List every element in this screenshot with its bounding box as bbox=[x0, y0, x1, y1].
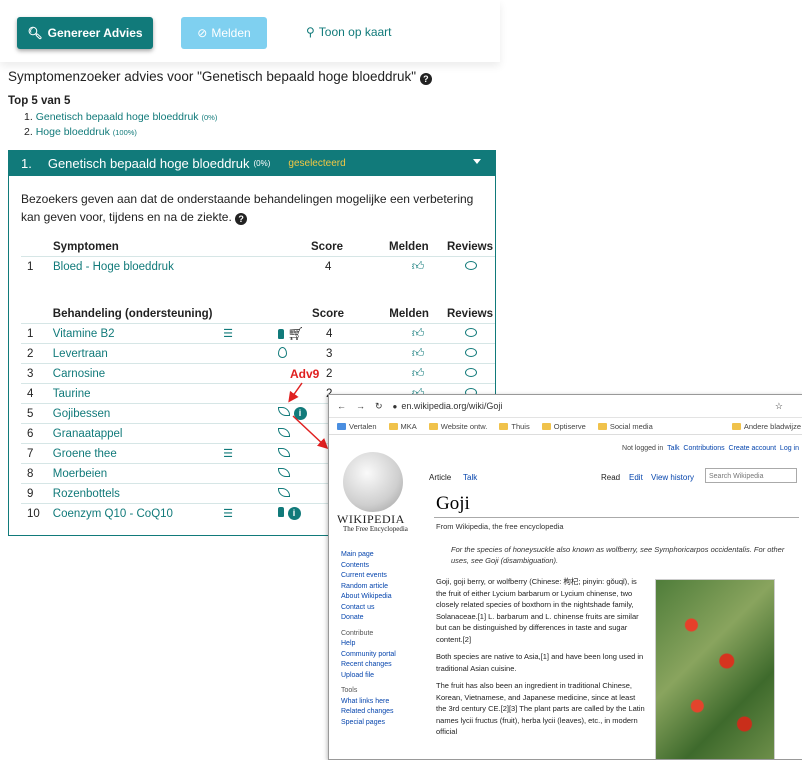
sidebar-link[interactable]: Main page bbox=[341, 550, 396, 561]
arrow-to-wiki bbox=[292, 415, 329, 450]
bookmark-label: Thuis bbox=[511, 421, 530, 431]
bookmark-item[interactable]: Thuis bbox=[499, 421, 530, 431]
star-icon[interactable]: ☆ bbox=[775, 401, 783, 412]
bookmark-item[interactable]: Vertalen bbox=[337, 422, 377, 431]
wikipedia-globe-logo[interactable] bbox=[343, 452, 403, 512]
bookmark-item[interactable]: Optiserve bbox=[541, 421, 586, 431]
sidebar-heading: Contribute bbox=[341, 629, 374, 637]
sidebar-link[interactable]: About Wikipedia bbox=[341, 592, 396, 603]
wiki-sidebar: Main page Contents Current events Random… bbox=[341, 550, 396, 728]
sidebar-link[interactable]: What links here bbox=[341, 697, 396, 708]
talk-link[interactable]: Talk bbox=[667, 445, 679, 452]
bookmark-label: MKA bbox=[400, 421, 417, 431]
bookmark-item[interactable]: Social media bbox=[597, 421, 653, 431]
not-logged-in: Not logged in bbox=[622, 445, 664, 452]
sidebar-link[interactable]: Current events bbox=[341, 571, 396, 582]
article-paragraph: The fruit has also been an ingredient in… bbox=[436, 681, 645, 736]
tab-read[interactable]: Read bbox=[601, 473, 620, 482]
bookmark-label: Andere bladwijze bbox=[743, 421, 801, 431]
back-icon[interactable]: ← bbox=[337, 401, 346, 411]
contributions-link[interactable]: Contributions bbox=[683, 445, 724, 452]
bookmark-item[interactable]: MKA bbox=[388, 421, 417, 431]
wikipedia-tagline: The Free Encyclopedia bbox=[343, 525, 408, 533]
tab-edit[interactable]: Edit bbox=[629, 473, 643, 482]
sidebar-link[interactable]: Upload file bbox=[341, 671, 396, 682]
article-source: From Wikipedia, the free encyclopedia bbox=[436, 522, 564, 531]
sidebar-link[interactable]: Contents bbox=[341, 561, 396, 572]
reload-icon[interactable]: ↻ bbox=[375, 401, 383, 412]
article-body: Goji, goji berry, or wolfberry (Chinese:… bbox=[436, 576, 646, 744]
wiki-search-input[interactable]: Search Wikipedia bbox=[705, 468, 797, 483]
create-account-link[interactable]: Create account bbox=[729, 445, 776, 452]
url-text[interactable]: en.wikipedia.org/wiki/Goji bbox=[401, 401, 502, 411]
article-paragraph: Goji, goji berry, or wolfberry (Chinese:… bbox=[436, 577, 639, 644]
bookmark-label: Vertalen bbox=[349, 421, 377, 431]
arrow-to-info-icon bbox=[288, 382, 303, 403]
tab-talk[interactable]: Talk bbox=[463, 473, 477, 482]
sidebar-heading: Tools bbox=[341, 687, 358, 694]
title-divider bbox=[434, 517, 799, 518]
bookmark-label: Social media bbox=[609, 421, 653, 431]
bookmark-label: Website ontw. bbox=[440, 421, 488, 431]
tab-article[interactable]: Article bbox=[429, 473, 451, 482]
bookmark-item[interactable]: Andere bladwijze bbox=[731, 421, 801, 431]
bookmarks-bar: Vertalen MKA Website ontw. Thuis Optiser… bbox=[329, 418, 802, 435]
sidebar-link[interactable]: Related changes bbox=[341, 707, 396, 718]
sidebar-link[interactable]: Contact us bbox=[341, 603, 396, 614]
bookmark-item[interactable]: Website ontw. bbox=[428, 421, 488, 431]
hatnote: For the species of honeysuckle also know… bbox=[451, 545, 785, 565]
browser-address-bar: ← → ↻ ● en.wikipedia.org/wiki/Goji ☆ bbox=[329, 395, 802, 418]
sidebar-link[interactable]: Recent changes bbox=[341, 660, 396, 671]
login-link[interactable]: Log in bbox=[780, 445, 799, 452]
forward-icon[interactable]: → bbox=[356, 401, 365, 411]
sidebar-link[interactable]: Help bbox=[341, 639, 396, 650]
goji-berries-image[interactable] bbox=[655, 579, 775, 759]
sidebar-link[interactable]: Community portal bbox=[341, 650, 396, 661]
sidebar-link[interactable]: Special pages bbox=[341, 718, 396, 729]
bookmark-label: Optiserve bbox=[553, 421, 586, 431]
article-title: Goji bbox=[436, 493, 470, 514]
lock-icon: ● bbox=[392, 401, 398, 411]
sidebar-link[interactable]: Random article bbox=[341, 582, 396, 593]
tab-view-history[interactable]: View history bbox=[651, 473, 694, 482]
sidebar-link[interactable]: Donate bbox=[341, 613, 396, 624]
user-links: Not logged in Talk Contributions Create … bbox=[622, 445, 799, 452]
article-paragraph: Both species are native to Asia,[1] and … bbox=[436, 652, 644, 673]
wikipedia-screenshot: ← → ↻ ● en.wikipedia.org/wiki/Goji ☆ Ver… bbox=[328, 394, 802, 760]
